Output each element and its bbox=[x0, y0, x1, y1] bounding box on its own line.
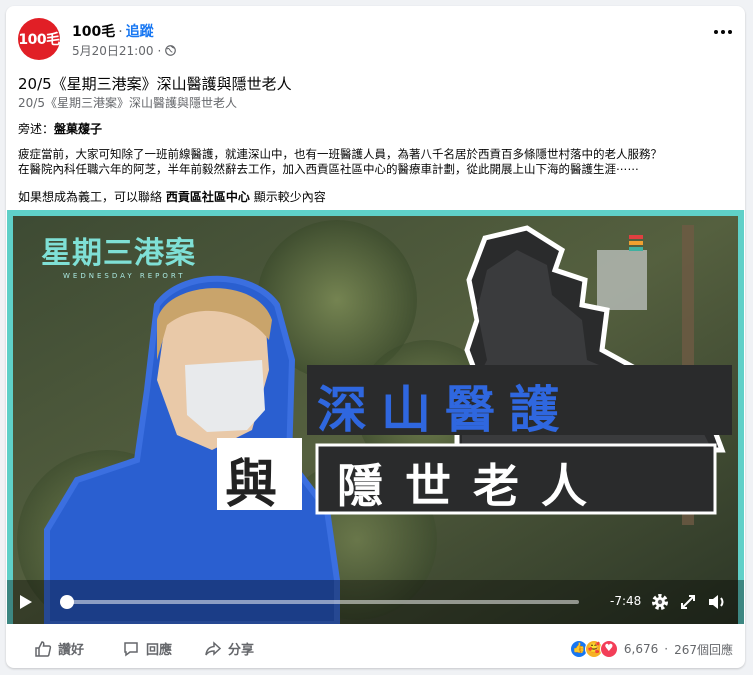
more-options-icon[interactable] bbox=[711, 22, 735, 42]
timestamp[interactable]: 5月20日21:00 bbox=[72, 42, 154, 59]
show-logo-sub: WEDNESDAY REPORT bbox=[63, 272, 186, 280]
follow-button[interactable]: 追蹤 bbox=[126, 24, 154, 40]
share-button[interactable]: 分享 bbox=[204, 639, 254, 658]
reaction-icons[interactable]: 👍 🥰 ♥ bbox=[569, 640, 618, 658]
headline-1: 深山醫護 bbox=[317, 380, 573, 439]
show-logo: 星期三港案 WEDNESDAY REPORT bbox=[41, 228, 196, 280]
post-title: 20/5《星期三港案》深山醫護與隱世老人 bbox=[18, 75, 292, 93]
headline-2: 隱世老人 bbox=[337, 459, 609, 513]
volunteer-org-link[interactable]: 西貢區社區中心 bbox=[166, 190, 250, 204]
reactions-summary: 👍 🥰 ♥ 6,676 · 267個回應 bbox=[569, 640, 733, 658]
post-header: 100毛 100毛 · 追蹤 5月20日21:00 · bbox=[6, 6, 745, 66]
progress-bar[interactable] bbox=[61, 600, 579, 604]
page-name[interactable]: 100毛 bbox=[72, 24, 115, 40]
reaction-count[interactable]: 6,676 bbox=[624, 642, 658, 656]
volume-icon[interactable] bbox=[707, 593, 727, 611]
settings-gear-icon[interactable] bbox=[650, 592, 670, 612]
time-remaining: -7:48 bbox=[610, 594, 642, 608]
separator: · bbox=[157, 43, 162, 58]
comment-icon bbox=[124, 641, 138, 656]
like-button[interactable]: 讚好 bbox=[34, 639, 84, 658]
volunteer-prefix: 如果想成為義工，可以聯絡 bbox=[18, 190, 163, 204]
progress-handle[interactable] bbox=[60, 595, 74, 609]
narrator-label: 旁述： bbox=[18, 122, 55, 136]
headline-and: 與 bbox=[225, 454, 278, 515]
avatar-text: 100毛 bbox=[18, 32, 60, 48]
fullscreen-icon[interactable] bbox=[680, 594, 696, 610]
show-logo-main: 星期三港案 bbox=[41, 236, 196, 271]
video-player[interactable]: 星期三港案 WEDNESDAY REPORT 深山醫護 與 隱世老人 -7:48 bbox=[7, 210, 744, 624]
thumbs-up-icon bbox=[35, 640, 52, 657]
globe-icon bbox=[165, 45, 177, 56]
love-reaction-icon: ♥ bbox=[599, 640, 618, 658]
narrator-name: 盤菓蕿子 bbox=[54, 122, 103, 136]
body-line: 疲症當前，大家可知除了一班前線醫護，就連深山中，也有一班醫護人員，為著八千名居於… bbox=[18, 147, 662, 161]
post-card: 100毛 100毛 · 追蹤 5月20日21:00 · 20/5《星期三港案》深山醫… bbox=[6, 6, 745, 668]
play-icon[interactable] bbox=[19, 594, 33, 610]
comment-count[interactable]: 267個回應 bbox=[674, 641, 733, 658]
like-label: 讚好 bbox=[58, 643, 85, 658]
comment-label: 回應 bbox=[146, 643, 173, 658]
comment-button[interactable]: 回應 bbox=[122, 639, 172, 658]
share-icon bbox=[205, 640, 222, 656]
separator: · bbox=[664, 642, 669, 656]
avatar[interactable]: 100毛 bbox=[18, 18, 60, 60]
see-less-link[interactable]: 顯示較少內容 bbox=[254, 190, 326, 204]
video-controls: -7:48 bbox=[7, 580, 744, 624]
volunteer-line: 如果想成為義工，可以聯絡 西貢區社區中心 顯示較少內容 bbox=[18, 188, 326, 205]
post-footer: 讚好 回應 分享 👍 🥰 ♥ 6,676 · 267個回應 bbox=[6, 629, 745, 668]
page-name-row: 100毛 · 追蹤 bbox=[72, 21, 154, 41]
separator: · bbox=[118, 24, 123, 40]
post-body: 疲症當前，大家可知除了一班前線醫護，就連深山中，也有一班醫護人員，為著八千名居於… bbox=[18, 147, 662, 177]
post-subtitle: 20/5《星期三港案》深山醫護與隱世老人 bbox=[18, 96, 237, 110]
narrator-line: 旁述：盤菓蕿子 bbox=[18, 120, 102, 137]
share-label: 分享 bbox=[228, 643, 255, 658]
body-line: 在醫院內科任職六年的阿芝，半年前毅然辭去工作，加入西貢區社區中心的醫療車計劃，從… bbox=[18, 162, 639, 176]
post-meta: 5月20日21:00 · bbox=[72, 42, 177, 59]
